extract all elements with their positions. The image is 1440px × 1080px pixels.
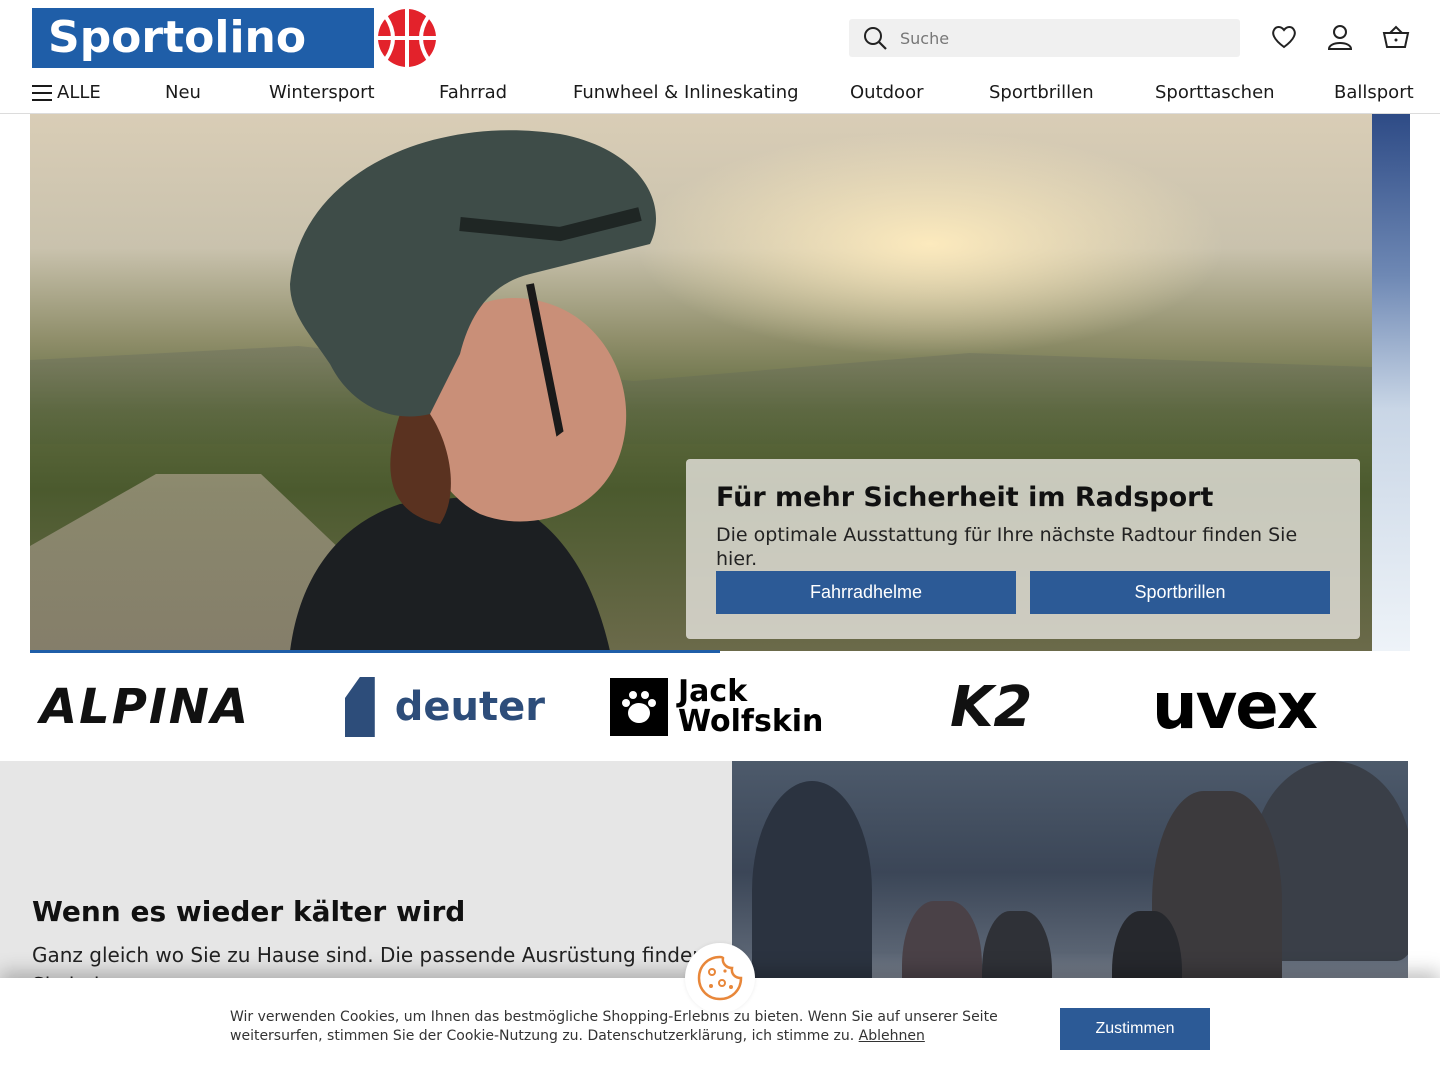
hamburger-icon bbox=[32, 84, 52, 101]
hero-promo-box: Für mehr Sicherheit im Radsport Die opti… bbox=[686, 459, 1360, 639]
nav-item-sportbrillen[interactable]: Sportbrillen bbox=[989, 82, 1094, 103]
nav-all-label: ALLE bbox=[57, 82, 101, 103]
brand-jack-line1: Jack bbox=[678, 674, 748, 709]
nav-item-fahrrad[interactable]: Fahrrad bbox=[439, 82, 507, 103]
search-input[interactable] bbox=[900, 28, 1220, 48]
fahrradhelme-button[interactable]: Fahrradhelme bbox=[716, 571, 1016, 614]
sportbrillen-button[interactable]: Sportbrillen bbox=[1030, 571, 1330, 614]
site-header: Sportolino ALLE Neu Wintersport Fahrr bbox=[0, 0, 1440, 114]
nav-item-sporttaschen[interactable]: Sporttaschen bbox=[1155, 82, 1275, 103]
heart-icon[interactable] bbox=[1269, 22, 1299, 52]
nav-all-menu[interactable]: ALLE bbox=[32, 82, 101, 103]
main-navigation: ALLE Neu Wintersport Fahrrad Funwheel & … bbox=[0, 76, 1440, 112]
basketball-icon bbox=[374, 8, 440, 68]
hero-title: Für mehr Sicherheit im Radsport bbox=[716, 482, 1214, 513]
brand-k2-logo[interactable]: K2 bbox=[950, 674, 1042, 740]
nav-item-funwheel[interactable]: Funwheel & Inlineskating bbox=[573, 82, 799, 103]
brand-alpina-logo[interactable]: ALPINA bbox=[40, 677, 296, 737]
winter-teaser-title: Wenn es wieder kälter wird bbox=[32, 895, 466, 928]
nav-item-wintersport[interactable]: Wintersport bbox=[269, 82, 375, 103]
brand-logo-strip: ALPINA deuter Jack Wolfskin K2 uvex bbox=[0, 653, 1440, 761]
next-slide-preview[interactable] bbox=[1372, 114, 1410, 651]
brand-k2-text: K2 bbox=[950, 674, 1033, 740]
nav-item-ballsport[interactable]: Ballsport bbox=[1334, 82, 1414, 103]
cookie-text-block: Wir verwenden Cookies, um Ihnen das best… bbox=[230, 1008, 1030, 1046]
cyclist-illustration bbox=[290, 130, 656, 651]
nav-item-outdoor[interactable]: Outdoor bbox=[850, 82, 924, 103]
brand-uvex-text: uvex bbox=[1152, 670, 1318, 744]
brand-deuter-logo[interactable]: deuter bbox=[345, 677, 545, 737]
basket-icon[interactable] bbox=[1381, 22, 1411, 52]
cookie-accept-button[interactable]: Zustimmen bbox=[1060, 1008, 1210, 1050]
hero-subtitle: Die optimale Ausstattung für Ihre nächst… bbox=[716, 524, 1298, 570]
paw-icon bbox=[610, 678, 668, 736]
brand-jackwolfskin-logo[interactable]: Jack Wolfskin bbox=[610, 677, 830, 737]
brand-jack-line2: Wolfskin bbox=[678, 704, 824, 739]
search-bar[interactable] bbox=[849, 19, 1240, 57]
deuter-mark-icon bbox=[345, 677, 375, 737]
nav-item-neu[interactable]: Neu bbox=[165, 82, 201, 103]
sportolino-logo[interactable]: Sportolino bbox=[32, 8, 440, 68]
brand-uvex-logo[interactable]: uvex bbox=[1152, 670, 1392, 744]
brand-alpina-text: ALPINA bbox=[40, 679, 251, 735]
logo-text: Sportolino bbox=[48, 12, 307, 63]
brand-deuter-text: deuter bbox=[394, 684, 545, 730]
search-icon[interactable] bbox=[862, 25, 888, 51]
user-icon[interactable] bbox=[1325, 22, 1355, 52]
cookie-decline-link[interactable]: Ablehnen bbox=[859, 1028, 925, 1044]
cookie-icon bbox=[685, 943, 755, 1013]
